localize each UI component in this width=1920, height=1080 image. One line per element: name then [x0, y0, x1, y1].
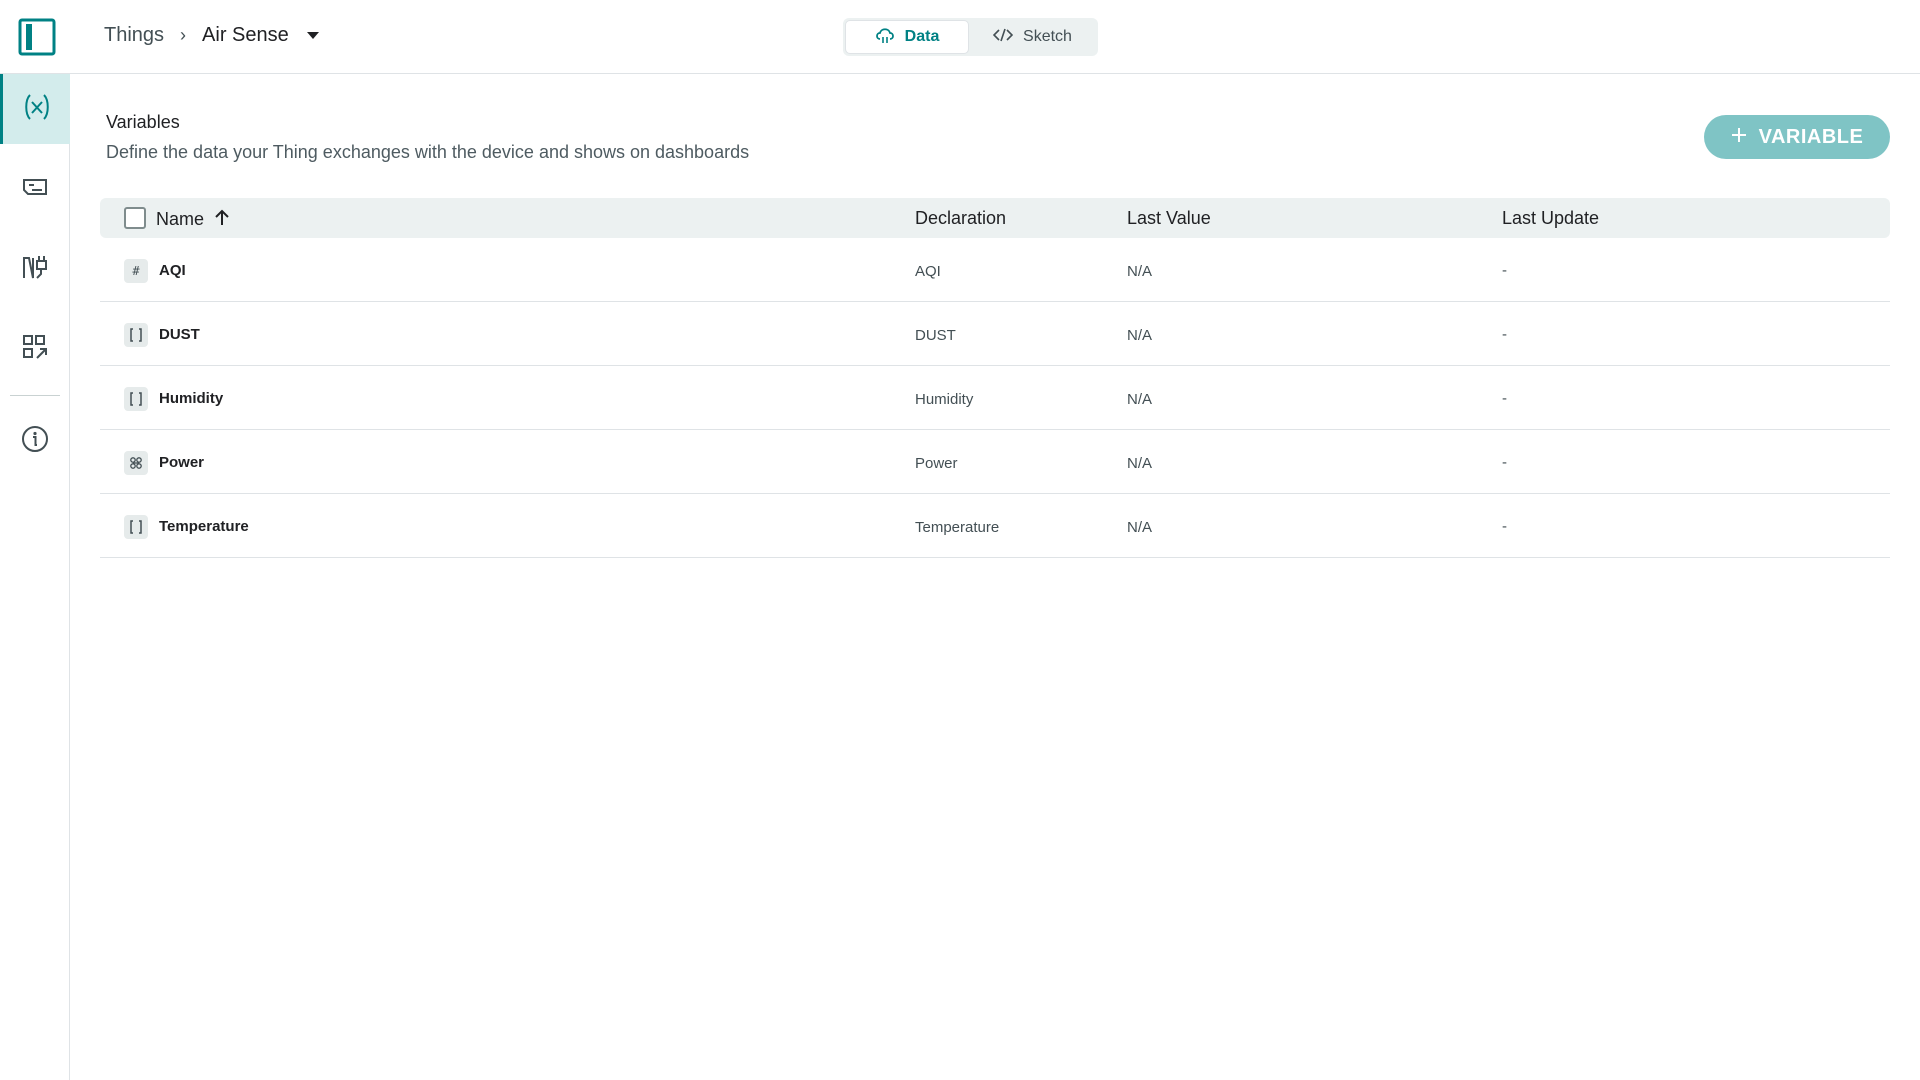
variable-name: Power	[159, 454, 205, 471]
variables-table: Name Declaration Last Value Last Update …	[100, 198, 1890, 558]
tab-data-label: Data	[904, 28, 940, 45]
breadcrumb-separator: ›	[180, 25, 187, 45]
column-header-last-update[interactable]: Last Update	[1502, 208, 1599, 229]
tab-sketch[interactable]: Sketch	[969, 20, 1096, 54]
table-row[interactable]: Temperature Temperature N/A -	[100, 494, 1890, 558]
variable-declaration: DUST	[915, 327, 956, 344]
thing-name: Air Sense	[202, 24, 289, 46]
section-subtitle: Define the data your Thing exchanges wit…	[106, 142, 750, 162]
integer-icon: #	[124, 259, 148, 283]
thing-dropdown-caret-icon[interactable]	[306, 32, 319, 39]
add-variable-label: VARIABLE	[1758, 125, 1864, 148]
sort-ascending-icon[interactable]	[214, 208, 230, 231]
sidebar-item-dashboards[interactable]	[0, 314, 70, 384]
sidebar-item-variables[interactable]	[0, 74, 70, 144]
dashboard-link-icon	[20, 332, 50, 367]
variable-name: AQI	[159, 262, 186, 279]
sidebar-item-network[interactable]	[0, 234, 70, 304]
variable-name: Temperature	[159, 518, 249, 535]
variable-last-update: -	[1502, 390, 1507, 407]
breadcrumb-things[interactable]: Things	[104, 24, 164, 47]
breadcrumb: Things › Air Sense	[104, 24, 319, 47]
variable-last-value: N/A	[1127, 455, 1153, 472]
variable-declaration: Temperature	[915, 519, 1000, 536]
float-icon	[124, 515, 148, 539]
variable-last-update: -	[1502, 326, 1507, 343]
add-variable-button[interactable]: VARIABLE	[1704, 115, 1890, 159]
panel-toggle-icon[interactable]	[18, 18, 56, 56]
view-switcher: Data Sketch	[843, 18, 1098, 56]
sidebar-item-info[interactable]	[0, 406, 70, 476]
float-icon	[124, 323, 148, 347]
variable-declaration: Humidity	[915, 391, 974, 408]
cloud-icon	[875, 26, 895, 49]
table-row[interactable]: Power Power N/A -	[100, 430, 1890, 494]
column-name-label: Name	[156, 209, 205, 229]
select-all-checkbox[interactable]	[124, 207, 146, 229]
tab-sketch-label: Sketch	[1023, 28, 1072, 45]
variable-last-value: N/A	[1127, 263, 1153, 280]
sidebar-divider	[10, 395, 60, 396]
variable-last-update: -	[1502, 454, 1507, 471]
variable-last-update: -	[1502, 518, 1507, 535]
column-header-declaration[interactable]: Declaration	[915, 208, 1006, 229]
table-row[interactable]: DUST DUST N/A -	[100, 302, 1890, 366]
variable-last-value: N/A	[1127, 391, 1153, 408]
variable-last-update: -	[1502, 262, 1507, 279]
column-header-name[interactable]: Name	[156, 208, 230, 231]
table-header: Name Declaration Last Value Last Update	[100, 198, 1890, 238]
info-icon	[20, 424, 50, 459]
power-icon	[124, 451, 148, 475]
table-row[interactable]: Humidity Humidity N/A -	[100, 366, 1890, 430]
variable-name: Humidity	[159, 390, 224, 407]
variable-icon	[22, 92, 52, 127]
sidebar	[0, 74, 70, 1080]
variable-name: DUST	[159, 326, 200, 343]
variable-declaration: AQI	[915, 263, 941, 280]
section-title: Variables	[106, 112, 180, 132]
plus-icon	[1731, 126, 1747, 149]
tab-data[interactable]: Data	[845, 20, 969, 54]
variable-last-value: N/A	[1127, 519, 1153, 536]
device-icon	[20, 172, 50, 207]
table-row[interactable]: # AQI AQI N/A -	[100, 238, 1890, 302]
variable-declaration: Power	[915, 455, 958, 472]
sidebar-item-device[interactable]	[0, 154, 70, 224]
network-icon	[20, 252, 50, 287]
top-bar: Things › Air Sense Data Sketch	[0, 0, 1920, 74]
variable-last-value: N/A	[1127, 327, 1153, 344]
column-header-last-value[interactable]: Last Value	[1127, 208, 1211, 229]
code-icon	[992, 27, 1014, 48]
float-icon	[124, 387, 148, 411]
